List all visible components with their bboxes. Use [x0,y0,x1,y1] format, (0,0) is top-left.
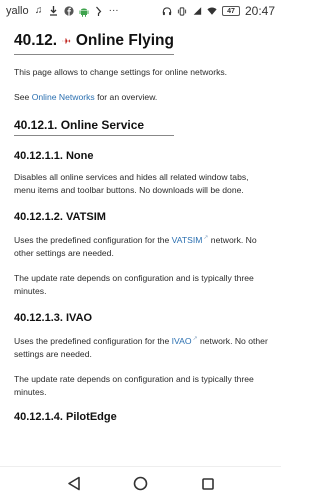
battery-icon: 47 [221,6,240,16]
heading-pilotedge: 40.12.1.4. PilotEdge [14,410,117,423]
status-right: 47 20:47 [162,4,275,18]
see-prefix: See [14,92,32,102]
vatsim-link[interactable]: VATSIM [172,235,203,245]
wifi-icon [207,6,217,17]
music-note-icon: ♫ [34,5,43,16]
plane-icon [62,38,71,44]
more-icon: ··· [108,5,119,16]
vatsim-update-rate: The update rate depends on configuration… [14,272,254,296]
vatsim-description: Uses the predefined configuration for th… [14,232,272,260]
home-icon [133,476,148,491]
recents-icon [201,477,214,490]
ivao-update-rate: The update rate depends on configuration… [14,373,254,397]
signal-icon [192,6,202,17]
clock: 20:47 [244,4,275,18]
ivao-description: Uses the predefined configuration for th… [14,333,272,361]
heading-none: 40.12.1.1. None [14,150,94,162]
recents-button[interactable] [198,474,218,494]
section-heading-online-service: 40.12.1. Online Service [14,118,174,136]
back-button[interactable] [64,474,84,494]
page-content: 40.12. Online Flying This page allows to… [14,26,272,423]
navigation-bar [0,466,281,500]
vatsim-text-prefix: Uses the predefined configuration for th… [14,234,172,245]
download-icon [49,6,59,17]
see-suffix: for an overview. [94,92,158,102]
intro-text: This page allows to change settings for … [14,67,228,77]
back-icon [67,476,80,491]
facebook-icon [64,6,74,17]
vibrate-icon [177,6,187,17]
android-icon [79,6,89,17]
carrier-label: yallo [6,5,29,17]
heading-ivao: 40.12.1.3. IVAO [14,311,93,324]
none-description: Disables all online services and hides a… [14,172,249,195]
ivao-text-prefix: Uses the predefined configuration for th… [14,335,172,346]
notification-icon [94,6,104,17]
page-title-number: 40.12. [14,32,58,49]
online-networks-link[interactable]: Online Networks [32,92,95,102]
heading-vatsim: 40.12.1.2. VATSIM [14,211,106,223]
status-bar: yallo ♫ ··· 47 20:47 [0,0,281,22]
status-left: yallo ♫ ··· [6,5,119,17]
page-title: 40.12. Online Flying [14,32,174,55]
see-also-text: See Online Networks for an overview. [14,91,272,104]
home-button[interactable] [131,474,151,494]
ivao-link[interactable]: IVAO [172,336,192,346]
page-title-text: Online Flying [75,32,174,49]
headset-icon [162,6,172,17]
